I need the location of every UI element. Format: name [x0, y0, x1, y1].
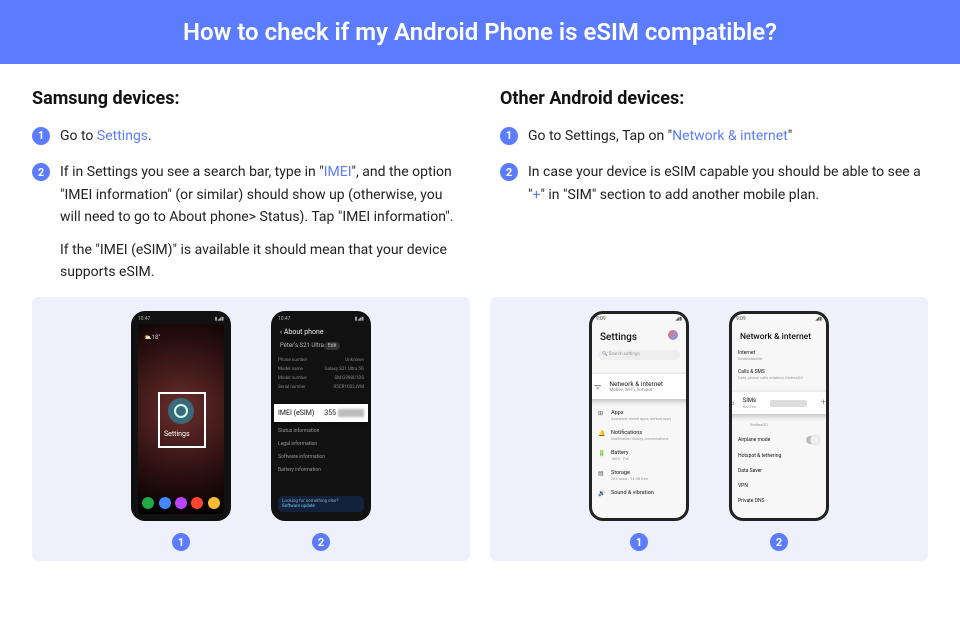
other-step-1: 1 Go to Settings, Tap on "Network & inte… [500, 125, 928, 147]
sims-callout: ▭ SIMs RedTea + [729, 392, 829, 414]
screenshot-badge: 1 [630, 533, 648, 551]
samsung-heading: Samsung devices: [32, 88, 460, 109]
net-lower-rows: RedteaGO Airplane mode Hotspot & tetheri… [738, 422, 820, 504]
step-number-badge: 2 [500, 163, 518, 181]
screenshot-col-2: 9:09◢▮ Network & internet InternetRedtea… [729, 311, 829, 551]
settings-rows: ⊞AppsAssistant, recent apps, default app… [598, 410, 680, 497]
step-number-badge: 1 [32, 127, 50, 145]
imei-esim-callout: IMEI (eSIM) 355 [271, 404, 371, 422]
samsung-step-2: 2 If in Settings you see a search bar, t… [32, 161, 460, 283]
edit-button: Edit [324, 342, 340, 350]
screenshot-badge: 2 [770, 533, 788, 551]
phone-mock-samsung-about: 10:47▮◢▮ ‹ About phone Peter's S21 Ultra… [271, 311, 371, 521]
other-column: Other Android devices: 1 Go to Settings,… [500, 88, 928, 297]
settings-app-label: Settings [164, 430, 190, 438]
page-title: How to check if my Android Phone is eSIM… [0, 0, 960, 64]
device-name: Peter's S21 Ultra [280, 342, 324, 349]
network-internet-link[interactable]: Network & internet [672, 128, 788, 144]
imei-link[interactable]: IMEI [324, 164, 352, 180]
text-fragment: . [148, 128, 152, 144]
network-internet-title: Network & internet [740, 332, 811, 342]
imei-blurred [338, 409, 364, 417]
network-internet-callout: ᯤ Network & internet Mobile, Wi-Fi, hots… [589, 374, 689, 399]
screenshot-panels: 10:47▮◢▮ ⛅18° Settings 1 10:47▮◢▮ ‹ Abou… [32, 297, 928, 561]
toggle-icon [806, 436, 820, 444]
wifi-icon: ᯤ [594, 381, 601, 392]
phone-mock-android-network: 9:09◢▮ Network & internet InternetRedtea… [729, 311, 829, 521]
text-fragment: " in "SIM" section to add another mobile… [540, 187, 819, 203]
about-footer: Looking for something else? Software upd… [278, 496, 364, 512]
instruction-columns: Samsung devices: 1 Go to Settings. 2 If … [0, 64, 960, 297]
samsung-step-1: 1 Go to Settings. [32, 125, 460, 147]
text-fragment: Go to [60, 128, 97, 144]
settings-link[interactable]: Settings [97, 128, 148, 144]
screenshot-col-1: 10:47▮◢▮ ⛅18° Settings 1 [131, 311, 231, 551]
about-lower-rows: Status information Legal information Sof… [278, 428, 364, 473]
samsung-column: Samsung devices: 1 Go to Settings. 2 If … [32, 88, 460, 297]
settings-title: Settings [600, 332, 637, 343]
step-text: Go to Settings, Tap on "Network & intern… [528, 125, 928, 147]
net-top-rows: InternetRedteaMobile Calls & SMSData, ph… [738, 350, 820, 380]
other-step-2: 2 In case your device is eSIM capable yo… [500, 161, 928, 206]
weather-widget: ⛅18° [144, 334, 160, 341]
other-heading: Other Android devices: [500, 88, 928, 109]
other-screenshot-panel: 9:09◢▮ Settings 🔍 Search settings ᯤ Netw… [490, 297, 928, 561]
home-dock [140, 494, 222, 512]
step-number-badge: 1 [500, 127, 518, 145]
imei-label: IMEI (eSIM) [278, 409, 314, 417]
sim-icon: ▭ [729, 399, 735, 407]
about-phone-header: ‹ About phone [280, 328, 324, 336]
plus-icon: + [821, 398, 826, 408]
about-rows: Phone numberUnknown Model nameGalaxy S21… [278, 358, 364, 390]
step-extra-text: If the "IMEI (eSIM)" is available it sho… [60, 239, 460, 284]
text-fragment: If in Settings you see a search bar, typ… [60, 164, 324, 180]
screenshot-badge: 1 [172, 533, 190, 551]
screenshot-col-1: 9:09◢▮ Settings 🔍 Search settings ᯤ Netw… [589, 311, 689, 551]
text-fragment: " [788, 128, 792, 144]
screenshot-badge: 2 [312, 533, 330, 551]
step-text: In case your device is eSIM capable you … [528, 161, 928, 206]
step-text: Go to Settings. [60, 125, 460, 147]
samsung-screenshot-panel: 10:47▮◢▮ ⛅18° Settings 1 10:47▮◢▮ ‹ Abou… [32, 297, 470, 561]
phone-mock-android-settings: 9:09◢▮ Settings 🔍 Search settings ᯤ Netw… [589, 311, 689, 521]
phone-mock-samsung-home: 10:47▮◢▮ ⛅18° Settings [131, 311, 231, 521]
text-fragment: Go to Settings, Tap on " [528, 128, 672, 144]
google-avatar-icon [668, 330, 678, 340]
search-settings-field: 🔍 Search settings [598, 350, 680, 360]
screenshot-col-2: 10:47▮◢▮ ‹ About phone Peter's S21 Ultra… [271, 311, 371, 551]
sim-blurred [770, 400, 807, 407]
step-number-badge: 2 [32, 163, 50, 181]
step-text: If in Settings you see a search bar, typ… [60, 161, 460, 283]
